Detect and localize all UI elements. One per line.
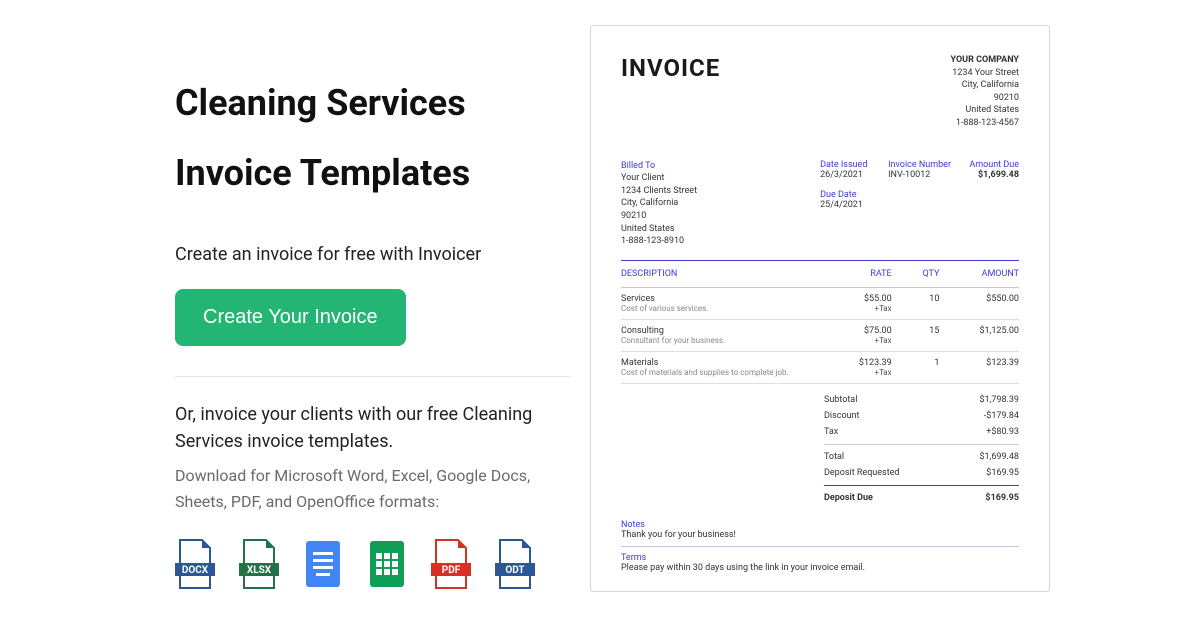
item-tax: +Tax — [828, 368, 892, 377]
company-phone: 1-888-123-4567 — [951, 117, 1019, 130]
item-rate: $75.00 — [828, 326, 892, 336]
invoice-number: INV-10012 — [888, 170, 951, 180]
odt-icon[interactable]: ODT — [495, 539, 535, 589]
item-amount: $1,125.00 — [939, 319, 1019, 351]
notes-block: Notes Thank you for your business! Terms… — [621, 520, 1019, 573]
totals-block: Subtotal $1,798.39 Discount -$179.84 Tax +$… — [621, 392, 1019, 506]
subtotal-value: $1,798.39 — [979, 395, 1019, 405]
svg-text:ODT: ODT — [505, 565, 524, 576]
item-tax: +Tax — [828, 336, 892, 345]
svg-text:PDF: PDF — [442, 565, 461, 576]
client-country: United States — [621, 223, 697, 236]
company-city: City, California — [951, 79, 1019, 92]
table-row: ServicesCost of various services. $55.00… — [621, 287, 1019, 319]
date-issued: 26/3/2021 — [820, 170, 870, 180]
item-qty: 1 — [892, 351, 940, 383]
company-zip: 90210 — [951, 92, 1019, 105]
item-sub: Cost of materials and supplies to comple… — [621, 368, 828, 377]
download-formats-text: Download for Microsoft Word, Excel, Goog… — [175, 463, 570, 514]
total-value: $1,699.48 — [979, 452, 1019, 462]
label-due-date: Due Date — [820, 190, 870, 200]
format-icons-row: DOCX XLSX PDF ODT — [175, 539, 570, 589]
item-sub: Consultant for your business. — [621, 336, 828, 345]
google-docs-icon[interactable] — [303, 539, 343, 589]
company-street: 1234 Your Street — [951, 67, 1019, 80]
item-qty: 15 — [892, 319, 940, 351]
label-terms: Terms — [621, 553, 1019, 563]
item-tax: +Tax — [828, 304, 892, 313]
due-date: 25/4/2021 — [820, 200, 870, 210]
client-zip: 90210 — [621, 210, 697, 223]
item-name: Services — [621, 294, 828, 304]
item-name: Materials — [621, 358, 828, 368]
label-tax: Tax — [824, 427, 838, 437]
company-country: United States — [951, 104, 1019, 117]
table-row: MaterialsCost of materials and supplies … — [621, 351, 1019, 383]
item-name: Consulting — [621, 326, 828, 336]
col-amount: AMOUNT — [939, 260, 1019, 287]
item-qty: 10 — [892, 287, 940, 319]
hero-section: Cleaning Services Invoice Templates Crea… — [175, 25, 570, 605]
discount-value: -$179.84 — [984, 411, 1019, 421]
invoice-document: INVOICE YOUR COMPANY 1234 Your Street Ci… — [590, 25, 1050, 592]
terms-text: Please pay within 30 days using the link… — [621, 563, 1019, 573]
deposit-req-value: $169.95 — [986, 468, 1019, 478]
tax-value: +$80.93 — [986, 427, 1019, 437]
label-discount: Discount — [824, 411, 859, 421]
label-total: Total — [824, 452, 844, 462]
item-sub: Cost of various services. — [621, 304, 828, 313]
label-date-issued: Date Issued — [820, 160, 870, 170]
client-name: Your Client — [621, 172, 697, 185]
alt-text: Or, invoice your clients with our free C… — [175, 401, 570, 455]
xlsx-icon[interactable]: XLSX — [239, 539, 279, 589]
label-deposit-due: Deposit Due — [824, 493, 873, 503]
page-title: Cleaning Services Invoice Templates — [175, 68, 570, 208]
item-amount: $550.00 — [939, 287, 1019, 319]
notes-text: Thank you for your business! — [621, 530, 1019, 540]
col-qty: QTY — [892, 260, 940, 287]
label-billed-to: Billed To — [621, 160, 697, 173]
deposit-due-value: $169.95 — [985, 493, 1019, 503]
docx-icon[interactable]: DOCX — [175, 539, 215, 589]
pdf-icon[interactable]: PDF — [431, 539, 471, 589]
line-items-table: DESCRIPTION RATE QTY AMOUNT ServicesCost… — [621, 260, 1019, 384]
col-description: DESCRIPTION — [621, 260, 828, 287]
company-name: YOUR COMPANY — [951, 55, 1019, 65]
amount-due: $1,699.48 — [969, 170, 1019, 180]
create-invoice-button[interactable]: Create Your Invoice — [175, 289, 406, 346]
svg-text:DOCX: DOCX — [182, 565, 209, 576]
invoice-heading: INVOICE — [621, 54, 720, 130]
label-amount-due: Amount Due — [969, 160, 1019, 170]
company-block: YOUR COMPANY 1234 Your Street City, Cali… — [951, 54, 1019, 130]
item-rate: $55.00 — [828, 294, 892, 304]
item-rate: $123.39 — [828, 358, 892, 368]
subtitle: Create an invoice for free with Invoicer — [175, 244, 570, 265]
google-sheets-icon[interactable] — [367, 539, 407, 589]
svg-text:XLSX: XLSX — [247, 565, 272, 576]
client-phone: 1-888-123-8910 — [621, 235, 697, 248]
client-street: 1234 Clients Street — [621, 185, 697, 198]
invoice-preview-container: INVOICE YOUR COMPANY 1234 Your Street Ci… — [590, 25, 1160, 605]
label-deposit-req: Deposit Requested — [824, 468, 899, 478]
item-amount: $123.39 — [939, 351, 1019, 383]
table-row: ConsultingConsultant for your business. … — [621, 319, 1019, 351]
label-subtotal: Subtotal — [824, 395, 857, 405]
label-invoice-number: Invoice Number — [888, 160, 951, 170]
billed-to-block: Billed To Your Client 1234 Clients Stree… — [621, 160, 697, 248]
divider — [175, 376, 570, 377]
col-rate: RATE — [828, 260, 892, 287]
label-notes: Notes — [621, 520, 1019, 530]
client-city: City, California — [621, 197, 697, 210]
